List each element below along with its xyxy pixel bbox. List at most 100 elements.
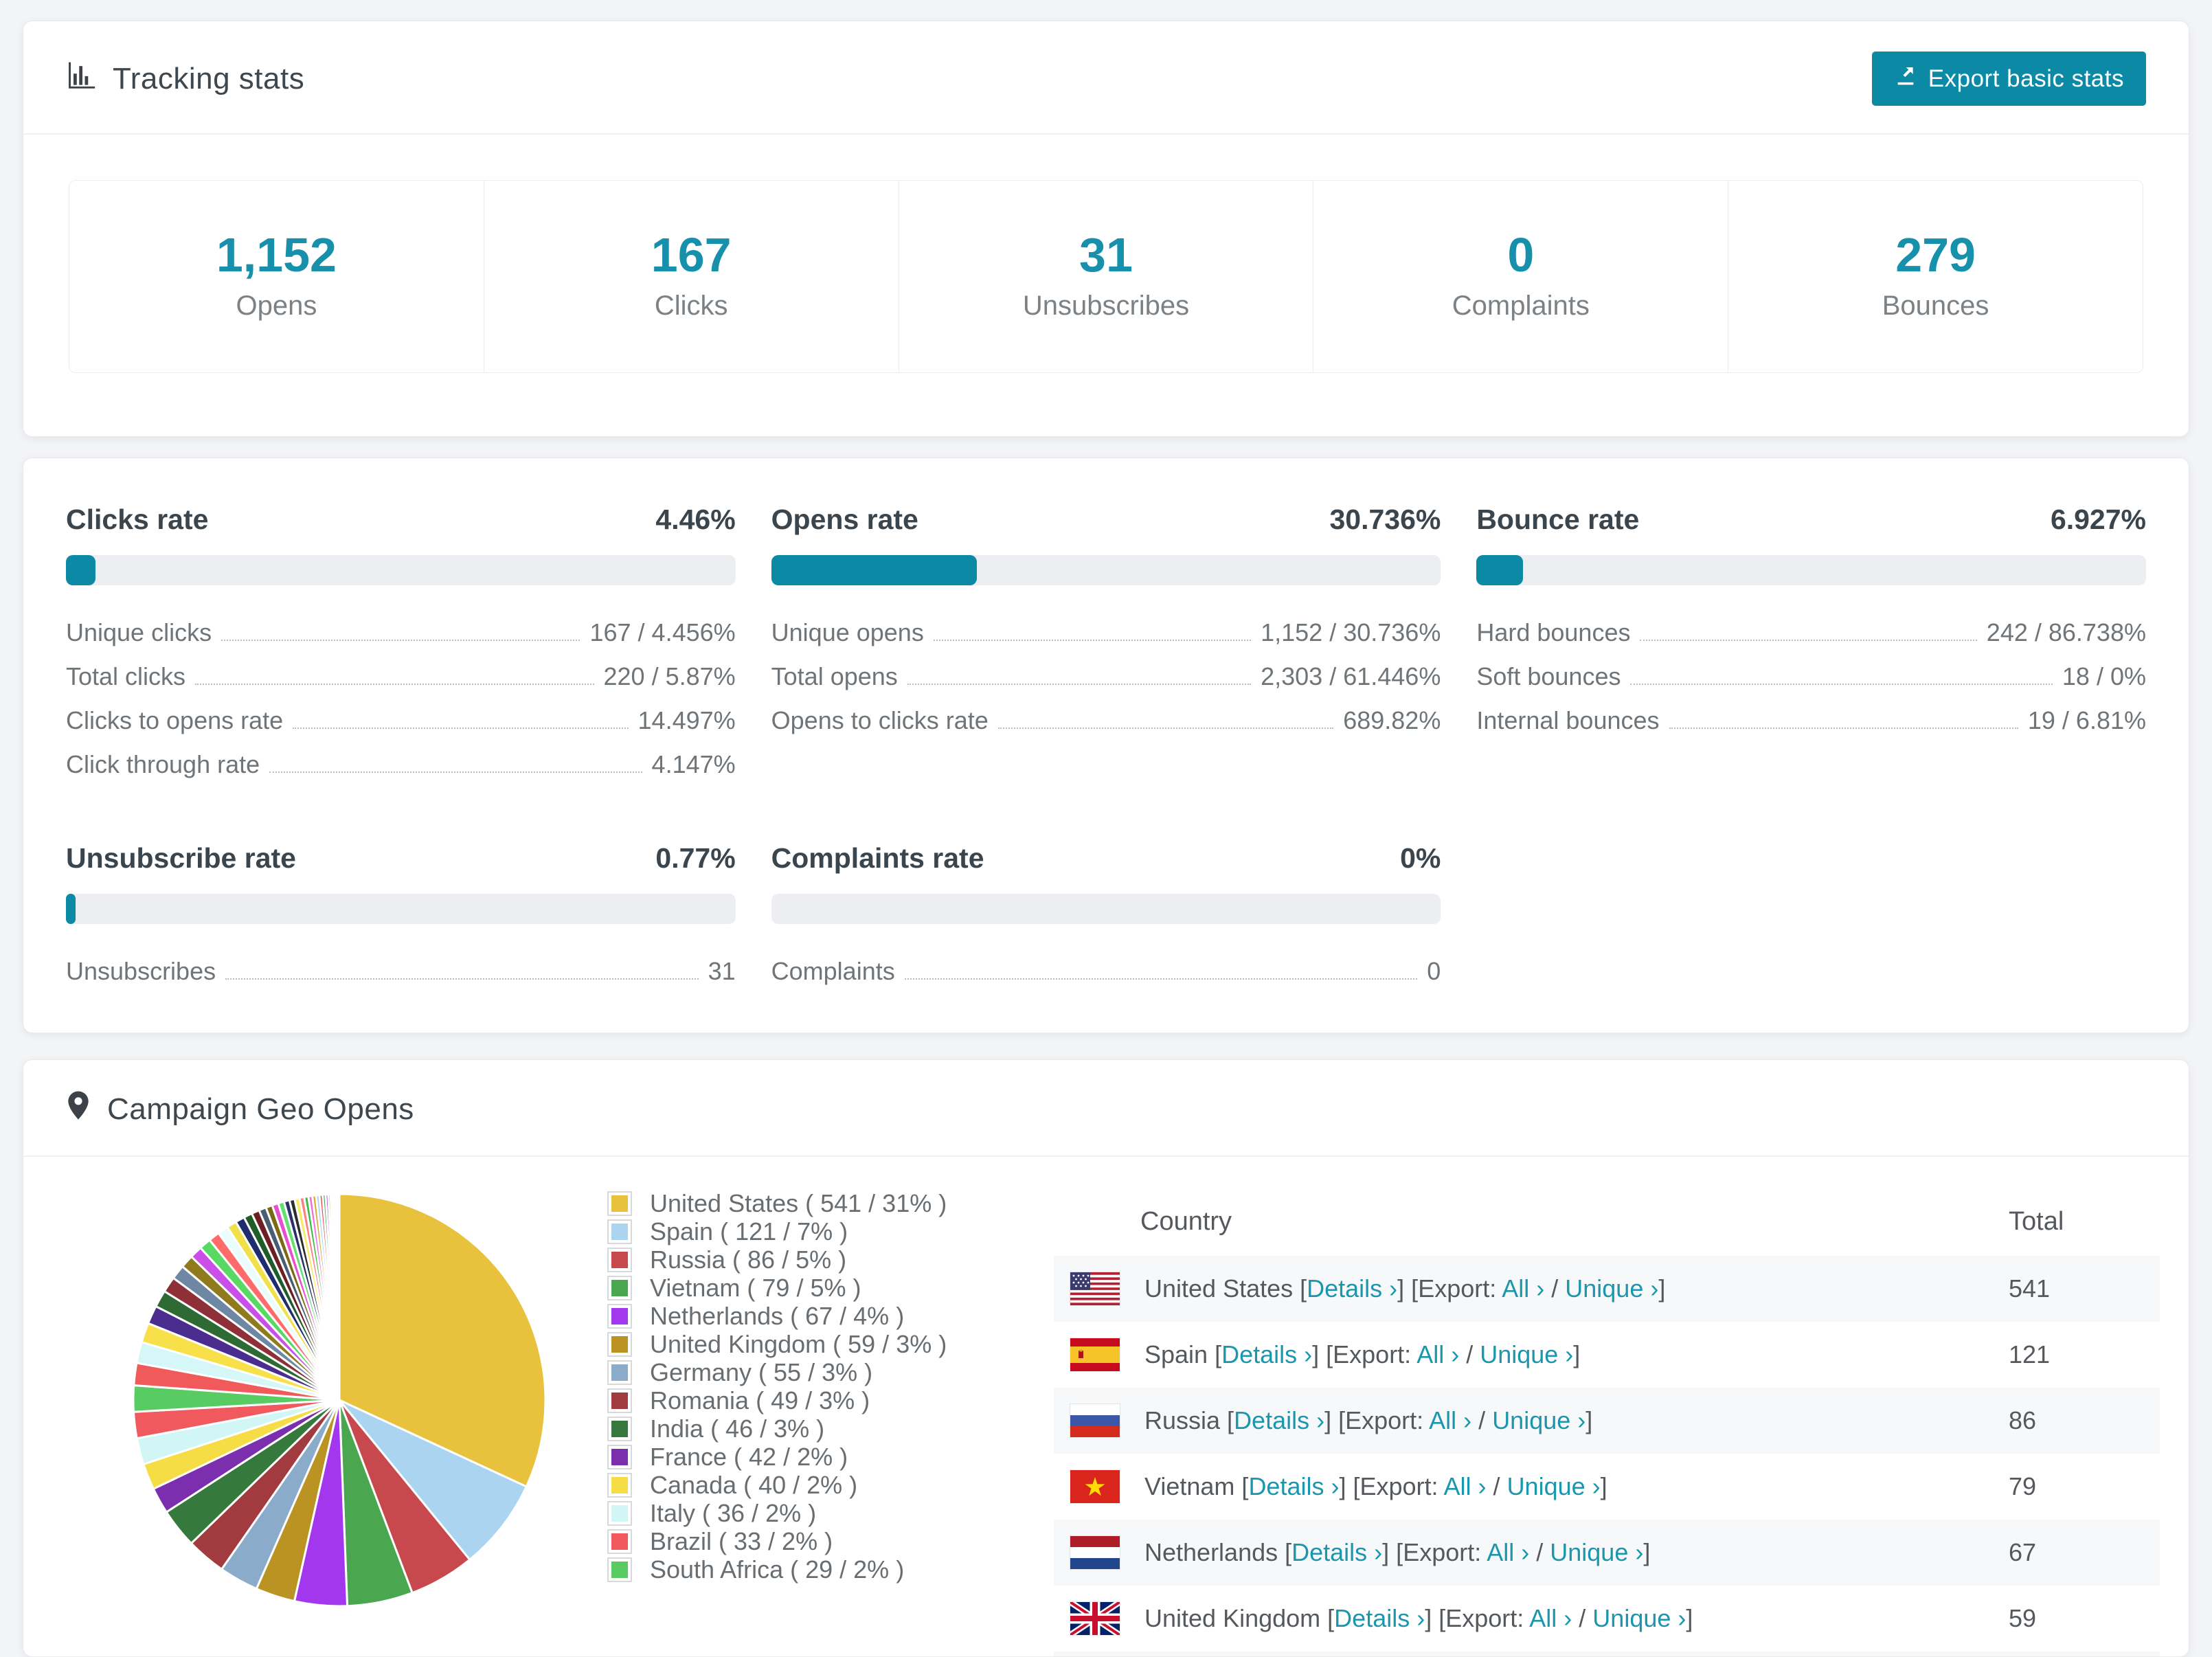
export-unique-link[interactable]: Unique › (1565, 1274, 1658, 1303)
table-row-partial (1054, 1652, 2160, 1656)
country-cell: Vietnam [Details ›] [Export: All › / Uni… (1144, 1472, 1607, 1500)
metric-value: 14.497% (637, 706, 736, 734)
metric-label: Unique clicks (66, 618, 212, 646)
rate-progress-fill (1476, 555, 1523, 585)
us-flag-icon (1070, 1272, 1120, 1305)
dotted-leader (269, 771, 642, 773)
details-link[interactable]: Details › (1334, 1604, 1425, 1632)
country-name: United States (1144, 1274, 1294, 1303)
rate-metric-row: Unique clicks 167 / 4.456% (66, 610, 736, 654)
table-row-russia: Russia [Details ›] [Export: All › / Uniq… (1054, 1388, 2160, 1454)
legend-swatch (607, 1360, 632, 1385)
stat-card-complaints: 0 Complaints (1313, 181, 1729, 372)
rates-grid: Clicks rate 4.46% Unique clicks 167 / 4.456… (23, 458, 2189, 1033)
export-unique-link[interactable]: Unique › (1592, 1604, 1686, 1632)
total-value: 541 (2009, 1274, 2051, 1303)
rate-metric-row: Clicks to opens rate 14.497% (66, 698, 736, 742)
metric-value: 242 / 86.738% (1986, 618, 2146, 646)
metric-value: 18 / 0% (2062, 662, 2146, 690)
rate-value: 4.46% (655, 504, 736, 535)
legend-item-russia: Russia ( 86 / 5% ) (607, 1245, 1054, 1274)
stat-value: 0 (1507, 228, 1535, 282)
rate-metric-row: Unique opens 1,152 / 30.736% (771, 610, 1441, 654)
export-all-link[interactable]: All › (1444, 1472, 1487, 1500)
legend-swatch (607, 1332, 632, 1357)
metric-label: Internal bounces (1476, 706, 1660, 734)
details-link[interactable]: Details › (1307, 1274, 1397, 1303)
legend-swatch (607, 1529, 632, 1554)
export-unique-link[interactable]: Unique › (1550, 1538, 1643, 1566)
header-divider (23, 133, 2189, 135)
metric-value: 1,152 / 30.736% (1261, 618, 1441, 646)
export-all-link[interactable]: All › (1487, 1538, 1529, 1566)
total-value: 67 (2009, 1538, 2037, 1566)
export-label: Export: (1418, 1274, 1497, 1303)
export-all-link[interactable]: All › (1502, 1274, 1544, 1303)
export-basic-stats-button[interactable]: Export basic stats (1871, 52, 2146, 106)
legend-item-netherlands: Netherlands ( 67 / 4% ) (607, 1302, 1054, 1330)
details-link[interactable]: Details › (1221, 1340, 1312, 1368)
geo-content: United States ( 541 / 31% ) Spain ( 121 /… (23, 1157, 2189, 1656)
rate-title: Clicks rate (66, 504, 209, 535)
legend-swatch (607, 1248, 632, 1272)
summary-stats-row: 1,152 Opens 167 Clicks 31 Unsubscribes 0 Compla… (69, 180, 2143, 373)
export-unique-link[interactable]: Unique › (1507, 1472, 1601, 1500)
dotted-leader (1669, 728, 2018, 729)
rate-value: 0.77% (655, 842, 736, 874)
rate-metric-row: Unsubscribes 31 (66, 949, 736, 993)
geo-pie-chart (126, 1187, 552, 1616)
table-row-netherlands: Netherlands [Details ›] [Export: All › /… (1054, 1520, 2160, 1586)
metric-value: 31 (708, 957, 736, 985)
legend-label: Italy ( 36 / 2% ) (650, 1499, 817, 1527)
rate-metric-row: Total clicks 220 / 5.87% (66, 654, 736, 698)
es-flag-icon (1070, 1338, 1120, 1371)
legend-item-romania: Romania ( 49 / 3% ) (607, 1386, 1054, 1414)
rate-metric-row: Hard bounces 242 / 86.738% (1476, 610, 2146, 654)
country-name: Russia (1144, 1406, 1221, 1434)
export-all-link[interactable]: All › (1417, 1340, 1459, 1368)
column-header-total: Total (2009, 1206, 2064, 1236)
export-all-link[interactable]: All › (1529, 1604, 1572, 1632)
dotted-leader (195, 684, 594, 685)
legend-label: Netherlands ( 67 / 4% ) (650, 1302, 905, 1330)
legend-label: India ( 46 / 3% ) (650, 1414, 825, 1443)
rate-metric-row: Click through rate 4.147% (66, 742, 736, 786)
legend-item-india: India ( 46 / 3% ) (607, 1414, 1054, 1443)
metric-label: Unique opens (771, 618, 924, 646)
details-link[interactable]: Details › (1234, 1406, 1324, 1434)
legend-item-france: France ( 42 / 2% ) (607, 1443, 1054, 1471)
legend-swatch (607, 1501, 632, 1526)
stat-card-unsubscribes: 31 Unsubscribes (899, 181, 1314, 372)
dotted-leader (933, 640, 1252, 641)
legend-item-south-africa: South Africa ( 29 / 2% ) (607, 1555, 1054, 1583)
pie-chart-svg (132, 1193, 547, 1608)
legend-label: Spain ( 121 / 7% ) (650, 1217, 848, 1245)
rate-progress-bar (66, 555, 736, 585)
rate-title: Bounce rate (1476, 504, 1640, 535)
legend-swatch (607, 1304, 632, 1329)
export-unique-link[interactable]: Unique › (1480, 1340, 1573, 1368)
export-all-link[interactable]: All › (1429, 1406, 1471, 1434)
details-link[interactable]: Details › (1248, 1472, 1339, 1500)
details-link[interactable]: Details › (1291, 1538, 1382, 1566)
legend-label: Vietnam ( 79 / 5% ) (650, 1274, 861, 1302)
dotted-leader (293, 728, 629, 729)
legend-swatch (607, 1557, 632, 1582)
stat-label: Unsubscribes (1022, 291, 1190, 321)
dotted-leader (904, 978, 1418, 980)
location-pin-icon (66, 1090, 91, 1128)
rate-block-complaints-rate: Complaints rate 0% Complaints 0 (771, 842, 1441, 993)
legend-label: Russia ( 86 / 5% ) (650, 1245, 847, 1274)
legend-label: France ( 42 / 2% ) (650, 1443, 848, 1471)
legend-item-canada: Canada ( 40 / 2% ) (607, 1471, 1054, 1499)
metric-value: 4.147% (651, 750, 736, 778)
metric-label: Complaints (771, 957, 895, 985)
tracking-stats-card: Tracking stats Export basic stats 1,152 O… (23, 21, 2189, 437)
geo-header: Campaign Geo Opens (23, 1060, 2189, 1156)
export-unique-link[interactable]: Unique › (1492, 1406, 1585, 1434)
rate-progress-fill (66, 894, 76, 924)
metric-value: 689.82% (1343, 706, 1441, 734)
dotted-leader (1630, 684, 2053, 685)
export-label: Export: (1359, 1472, 1438, 1500)
rate-progress-fill (66, 555, 96, 585)
